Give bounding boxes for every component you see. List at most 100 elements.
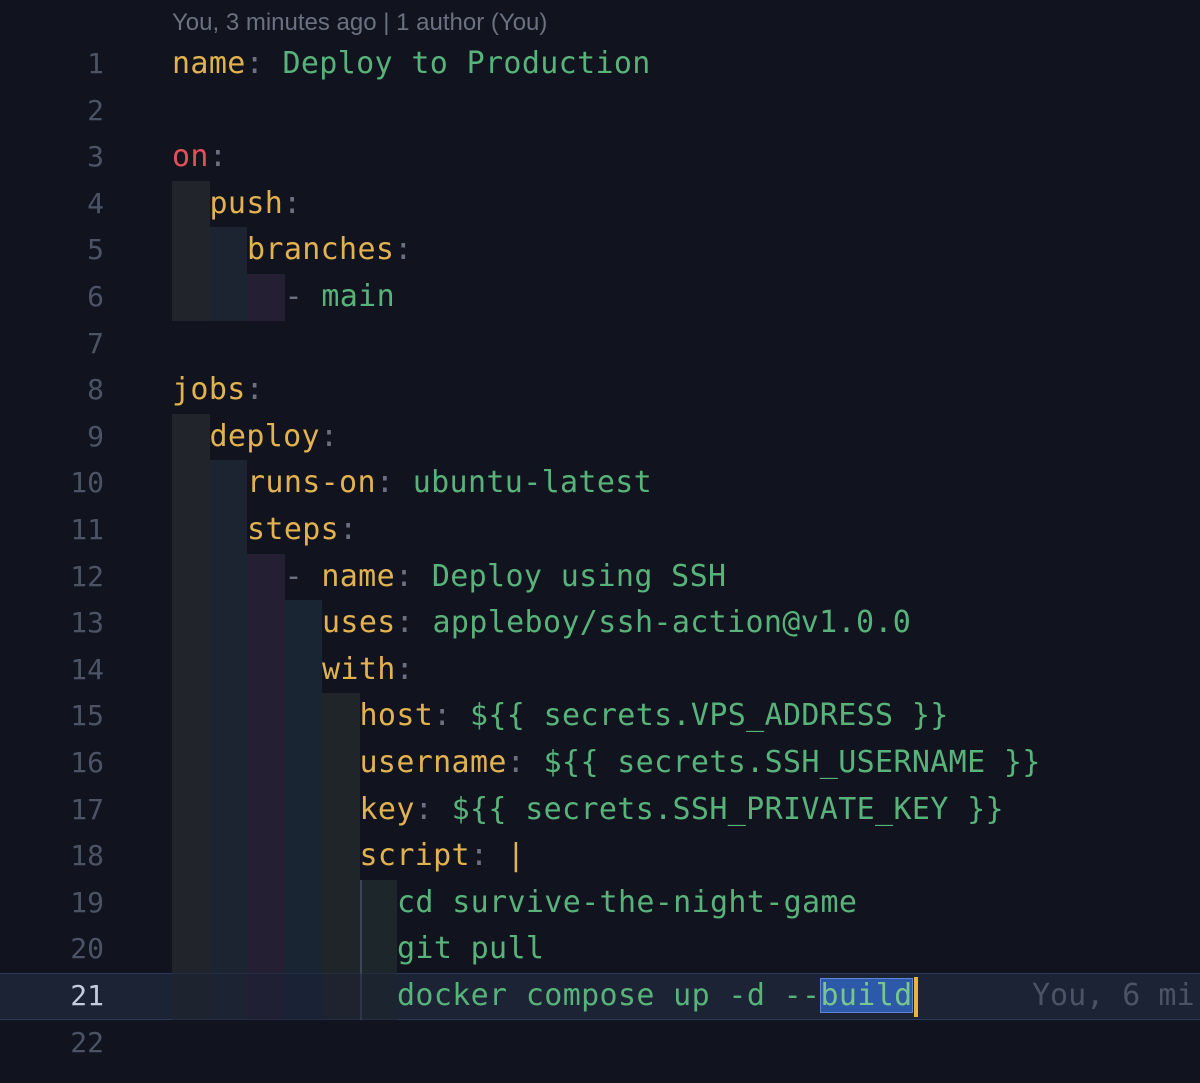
code-text[interactable]: git pull <box>397 926 544 973</box>
code-editor[interactable]: You, 3 minutes ago | 1 author (You) 1 nam… <box>0 0 1200 1083</box>
line-number[interactable]: 21 <box>0 973 104 1020</box>
code-line[interactable]: 3 on: <box>0 134 1200 181</box>
indent-guide <box>209 879 247 927</box>
code-text[interactable]: uses: appleboy/ssh-action@v1.0.0 <box>322 600 911 647</box>
code-token: | <box>506 838 526 874</box>
indent-guide <box>284 833 322 880</box>
code-text[interactable]: name: Deploy to Production <box>172 41 651 88</box>
code-line[interactable]: 6 - main <box>0 274 1200 321</box>
code-line[interactable]: 19 cd survive-the-night-game <box>0 879 1200 927</box>
line-number[interactable]: 14 <box>0 647 104 694</box>
code-line[interactable]: 12 - name: Deploy using SSH <box>0 553 1200 601</box>
line-number[interactable]: 15 <box>0 693 104 740</box>
indent-guide <box>172 274 210 321</box>
code-token: jobs <box>172 372 246 408</box>
code-line[interactable]: 8 jobs: <box>0 367 1200 414</box>
line-number[interactable]: 16 <box>0 740 104 787</box>
code-text[interactable]: username: ${{ secrets.SSH_USERNAME }} <box>360 740 1041 787</box>
indent-guide <box>247 926 285 973</box>
code-token: deploy <box>209 418 320 454</box>
line-number[interactable]: 19 <box>0 880 104 927</box>
code-text[interactable]: - main <box>285 274 395 321</box>
indent-guide <box>209 926 247 973</box>
code-text[interactable]: branches: <box>247 227 413 274</box>
line-number[interactable]: 5 <box>0 227 104 274</box>
code-line[interactable]: 11 steps: <box>0 507 1200 554</box>
selected-text: build <box>820 978 913 1013</box>
line-number[interactable]: 3 <box>0 134 104 181</box>
line-number[interactable]: 1 <box>0 41 104 88</box>
blame-codelens[interactable]: You, 3 minutes ago | 1 author (You) <box>172 6 547 40</box>
code-text[interactable]: jobs: <box>172 367 264 414</box>
indent-guide <box>284 786 322 834</box>
code-token: : <box>208 139 228 175</box>
code-line[interactable]: 22 <box>0 1020 1200 1067</box>
code-text[interactable]: runs-on: ubuntu-latest <box>247 460 652 507</box>
indent-guide <box>247 740 285 787</box>
code-line[interactable]: 9 deploy: <box>0 413 1200 461</box>
indent-guide <box>172 740 210 787</box>
code-line[interactable]: 10 runs-on: ubuntu-latest <box>0 460 1200 507</box>
line-number[interactable]: 12 <box>0 554 104 601</box>
code-line[interactable]: 14 with: <box>0 646 1200 694</box>
code-line[interactable]: 18 script: | <box>0 833 1200 880</box>
code-line-current[interactable]: 21 You, 6 mi docker compose up -d --build <box>0 973 1200 1020</box>
code-text[interactable]: deploy: <box>210 414 339 461</box>
indent-guide <box>284 693 322 740</box>
code-token: ${{ secrets.VPS_ADDRESS }} <box>469 698 949 734</box>
line-number[interactable]: 13 <box>0 600 104 647</box>
code-line[interactable]: 15 host: ${{ secrets.VPS_ADDRESS }} <box>0 693 1200 740</box>
code-text[interactable]: on: <box>172 134 227 181</box>
code-text[interactable]: push: <box>210 181 302 228</box>
line-number[interactable]: 11 <box>0 507 104 554</box>
code-token: runs-on <box>247 465 376 501</box>
line-number[interactable]: 4 <box>0 181 104 228</box>
code-token: branches <box>247 232 395 268</box>
code-text[interactable]: with: <box>322 647 414 694</box>
line-number[interactable]: 17 <box>0 787 104 834</box>
indent-guide <box>209 740 247 787</box>
code-text[interactable]: script: | <box>360 833 526 880</box>
indent-guide <box>247 274 285 321</box>
code-token: docker compose up -d -- <box>397 978 821 1013</box>
code-line[interactable]: 17 key: ${{ secrets.SSH_PRIVATE_KEY }} <box>0 786 1200 834</box>
code-token: on <box>172 139 209 175</box>
code-text[interactable]: - name: Deploy using SSH <box>285 554 727 601</box>
indent-guide <box>284 740 322 787</box>
indent-guide <box>322 740 360 787</box>
code-text[interactable]: cd survive-the-night-game <box>397 880 857 927</box>
indent-guide <box>172 926 210 973</box>
line-number[interactable]: 20 <box>0 926 104 973</box>
indent-guide <box>247 600 285 647</box>
code-line[interactable]: 1 name: Deploy to Production <box>0 41 1200 88</box>
code-line[interactable]: 4 push: <box>0 180 1200 228</box>
indent-guide <box>322 879 360 927</box>
line-number[interactable]: 7 <box>0 321 104 368</box>
indent-guide <box>284 646 322 694</box>
line-number[interactable]: 9 <box>0 414 104 461</box>
indent-guide <box>172 786 210 834</box>
code-text[interactable]: key: ${{ secrets.SSH_PRIVATE_KEY }} <box>360 787 1004 834</box>
code-text[interactable]: steps: <box>247 507 357 554</box>
line-number[interactable]: 10 <box>0 460 104 507</box>
code-token: script <box>359 838 470 874</box>
code-line[interactable]: 7 <box>0 321 1200 368</box>
code-token: : <box>395 651 415 687</box>
line-number[interactable]: 6 <box>0 274 104 321</box>
indent-guide <box>172 413 210 461</box>
code-line[interactable]: 5 branches: <box>0 227 1200 274</box>
code-line[interactable]: 20 git pull <box>0 926 1200 973</box>
code-line[interactable]: 13 uses: appleboy/ssh-action@v1.0.0 <box>0 600 1200 647</box>
line-number[interactable]: 2 <box>0 88 104 135</box>
indent-guide <box>172 553 210 601</box>
code-text[interactable]: host: ${{ secrets.VPS_ADDRESS }} <box>360 693 949 740</box>
code-text[interactable]: docker compose up -d --build <box>397 973 918 1020</box>
indent-guide <box>172 227 210 274</box>
line-number[interactable]: 22 <box>0 1020 104 1067</box>
code-line[interactable]: 16 username: ${{ secrets.SSH_USERNAME }} <box>0 740 1200 787</box>
indent-guide <box>284 973 322 1020</box>
code-line[interactable]: 2 <box>0 88 1200 135</box>
code-token: : <box>245 372 265 408</box>
line-number[interactable]: 18 <box>0 833 104 880</box>
line-number[interactable]: 8 <box>0 367 104 414</box>
